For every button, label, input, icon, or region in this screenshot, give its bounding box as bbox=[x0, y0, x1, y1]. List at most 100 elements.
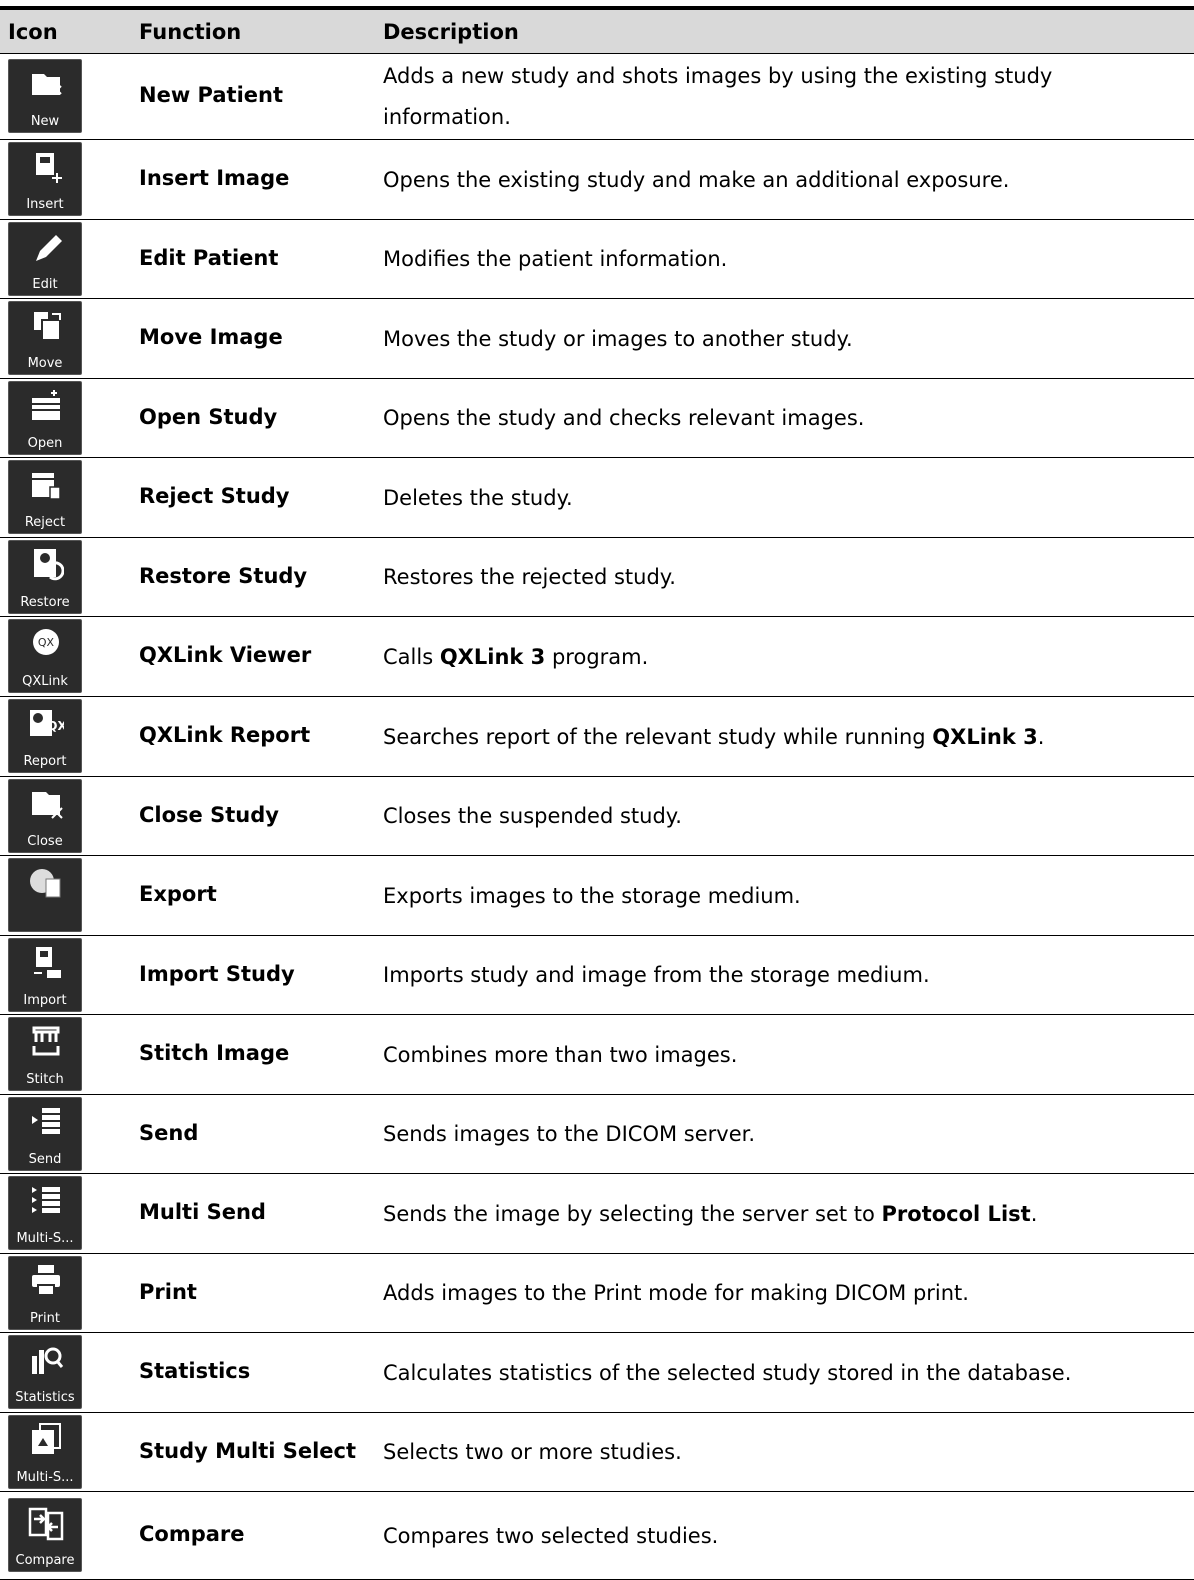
multi-send-icon[interactable]: Multi-S... bbox=[8, 1176, 82, 1250]
function-name: Export bbox=[139, 882, 217, 906]
description-text: Closes the suspended study. bbox=[383, 804, 682, 828]
send-icon[interactable]: Send bbox=[8, 1097, 82, 1171]
study-multi-select-icon[interactable]: Multi-S... bbox=[8, 1415, 82, 1489]
table-row: Statistics Statistics Calculates statistic… bbox=[0, 1333, 1194, 1413]
description-text: Exports images to the storage medium. bbox=[383, 884, 801, 908]
function-description: Sends images to the DICOM server. bbox=[383, 1114, 1183, 1155]
header-description: Description bbox=[383, 20, 519, 44]
icon-caption: Move bbox=[27, 356, 63, 371]
description-text: Adds images to the Print mode for making… bbox=[383, 1281, 969, 1305]
description-text: Opens the existing study and make an add… bbox=[383, 168, 1010, 192]
function-name: Compare bbox=[139, 1522, 245, 1546]
table-row: Import Import Study Imports study and imag… bbox=[0, 936, 1194, 1015]
restore-study-icon[interactable]: Restore bbox=[8, 540, 82, 614]
function-description: Adds images to the Print mode for making… bbox=[383, 1273, 1183, 1314]
function-name: New Patient bbox=[139, 83, 283, 107]
table-row: Export Exports images to the storage medi… bbox=[0, 856, 1194, 936]
table-row: QX Report QXLink Report Searches report of … bbox=[0, 697, 1194, 777]
table-row: Edit Edit Patient Modifies the patient inf… bbox=[0, 220, 1194, 299]
new-patient-icon[interactable]: New bbox=[8, 59, 82, 133]
function-name: Reject Study bbox=[139, 484, 290, 508]
function-description: Opens the existing study and make an add… bbox=[383, 160, 1183, 201]
table-row: Print Print Adds images to the Print mode … bbox=[0, 1254, 1194, 1333]
description-text: Modifies the patient information. bbox=[383, 247, 728, 271]
reject-study-icon[interactable]: Reject bbox=[8, 460, 82, 534]
compare-icon[interactable]: Compare bbox=[8, 1498, 82, 1572]
function-name: Stitch Image bbox=[139, 1041, 290, 1065]
function-name: Multi Send bbox=[139, 1200, 266, 1224]
description-text: Selects two or more studies. bbox=[383, 1440, 682, 1464]
description-text: Imports study and image from the storage… bbox=[383, 963, 930, 987]
icon-caption: Import bbox=[23, 993, 67, 1008]
function-description: Restores the rejected study. bbox=[383, 557, 1183, 598]
description-text: Combines more than two images. bbox=[383, 1043, 738, 1067]
function-description: Adds a new study and shots images by usi… bbox=[383, 56, 1183, 138]
icon-caption: Multi-S... bbox=[16, 1470, 74, 1485]
description-emphasis: Protocol List bbox=[881, 1202, 1031, 1226]
function-name: Send bbox=[139, 1121, 199, 1145]
function-description: Opens the study and checks relevant imag… bbox=[383, 398, 1183, 439]
description-text: Sends the image by selecting the server … bbox=[383, 1202, 882, 1226]
description-text: Opens the study and checks relevant imag… bbox=[383, 406, 865, 430]
function-name: Print bbox=[139, 1280, 197, 1304]
open-study-icon[interactable]: Open bbox=[8, 381, 82, 455]
icon-caption: New bbox=[30, 114, 60, 129]
header-function: Function bbox=[139, 20, 242, 44]
icon-caption: Print bbox=[30, 1311, 60, 1326]
function-description: Calls QXLink 3 program. bbox=[383, 637, 1183, 678]
table-row: Send Send Sends images to the DICOM server… bbox=[0, 1095, 1194, 1174]
description-text: Adds a new study and shots images by usi… bbox=[383, 64, 1053, 129]
icon-caption: Statistics bbox=[15, 1390, 75, 1405]
svg-text:QX: QX bbox=[38, 636, 55, 649]
icon-caption: Reject bbox=[24, 515, 66, 530]
function-name: Move Image bbox=[139, 325, 283, 349]
export-icon[interactable] bbox=[8, 858, 82, 932]
function-name: Open Study bbox=[139, 405, 278, 429]
description-text: Calculates statistics of the selected st… bbox=[383, 1361, 1072, 1385]
statistics-icon[interactable]: Statistics bbox=[8, 1335, 82, 1409]
close-study-icon[interactable]: Close bbox=[8, 779, 82, 853]
function-name: QXLink Report bbox=[139, 723, 311, 747]
description-emphasis: QXLink 3 bbox=[932, 725, 1038, 749]
description-text: Deletes the study. bbox=[383, 486, 573, 510]
table-row: Multi-S... Multi Send Sends the image by s… bbox=[0, 1174, 1194, 1254]
function-description: Calculates statistics of the selected st… bbox=[383, 1353, 1183, 1394]
qxlink-viewer-icon[interactable]: QX QXLink bbox=[8, 619, 82, 693]
description-text: Restores the rejected study. bbox=[383, 565, 676, 589]
table-row: Restore Restore Study Restores the rejecte… bbox=[0, 538, 1194, 617]
function-description: Combines more than two images. bbox=[383, 1035, 1183, 1076]
description-text: . bbox=[1030, 1202, 1038, 1226]
icon-caption: Close bbox=[27, 834, 63, 849]
table-row: Insert Insert Image Opens the existing stu… bbox=[0, 140, 1194, 220]
function-description: Modifies the patient information. bbox=[383, 239, 1183, 280]
function-name: Edit Patient bbox=[139, 246, 279, 270]
icon-caption: Compare bbox=[15, 1553, 75, 1568]
function-description: Searches report of the relevant study wh… bbox=[383, 717, 1183, 758]
qxlink-report-icon[interactable]: QX Report bbox=[8, 699, 82, 773]
stitch-image-icon[interactable]: Stitch bbox=[8, 1017, 82, 1091]
table-header: Icon Function Description bbox=[0, 10, 1194, 54]
function-name: Insert Image bbox=[139, 166, 290, 190]
description-text: . bbox=[1037, 725, 1045, 749]
move-image-icon[interactable]: Move bbox=[8, 301, 82, 375]
icon-caption: Multi-S... bbox=[16, 1231, 74, 1246]
function-description: Moves the study or images to another stu… bbox=[383, 319, 1183, 360]
icon-caption: Insert bbox=[26, 197, 64, 212]
icon-caption: Edit bbox=[32, 277, 58, 292]
import-study-icon[interactable]: Import bbox=[8, 938, 82, 1012]
insert-image-icon[interactable]: Insert bbox=[8, 142, 82, 216]
function-name: Restore Study bbox=[139, 564, 308, 588]
edit-icon[interactable]: Edit bbox=[8, 222, 82, 296]
function-description: Sends the image by selecting the server … bbox=[383, 1194, 1183, 1235]
description-text: Moves the study or images to another stu… bbox=[383, 327, 853, 351]
function-name: Import Study bbox=[139, 962, 295, 986]
print-icon[interactable]: Print bbox=[8, 1256, 82, 1330]
table-row: Multi-S... Study Multi Select Selects two … bbox=[0, 1413, 1194, 1492]
function-description: Selects two or more studies. bbox=[383, 1432, 1183, 1473]
icon-caption: Send bbox=[28, 1152, 62, 1167]
table-row: Move Move Image Moves the study or images … bbox=[0, 299, 1194, 379]
icon-caption: Restore bbox=[20, 595, 70, 610]
function-description: Deletes the study. bbox=[383, 478, 1183, 519]
icon-caption: Report bbox=[23, 754, 67, 769]
table-row: Stitch Stitch Image Combines more than two… bbox=[0, 1015, 1194, 1095]
